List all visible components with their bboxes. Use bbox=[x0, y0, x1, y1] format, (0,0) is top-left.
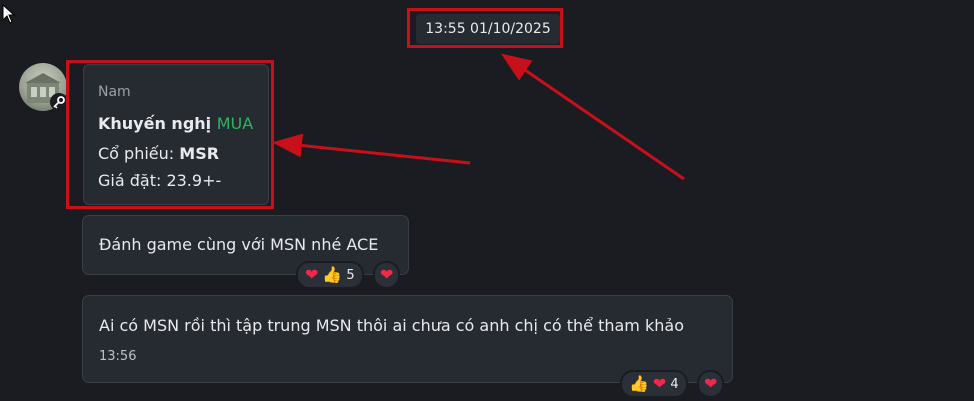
annotation-arrow-to-card bbox=[272, 133, 471, 165]
annotation-arrow-to-timestamp bbox=[501, 53, 685, 181]
annotation-arrows bbox=[272, 53, 685, 181]
